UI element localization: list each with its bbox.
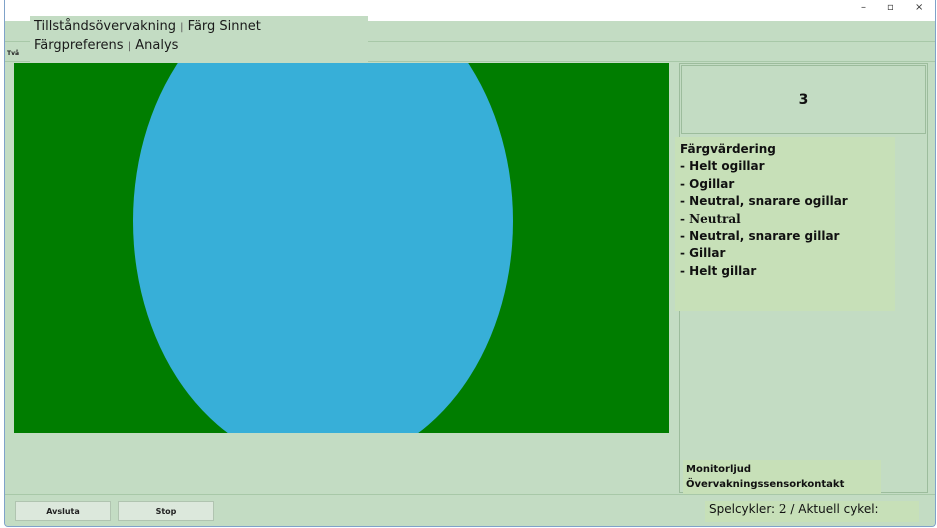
overlay-subtitle-main: Färgpreferens xyxy=(34,38,124,53)
rating-option-strongly-dislike[interactable]: - Helt ogillar xyxy=(680,158,890,175)
rating-option-like[interactable]: - Gillar xyxy=(680,245,890,262)
color-rating-panel: Färgvärdering - Helt ogillar - Ogillar -… xyxy=(675,137,895,311)
trial-counter-value: 3 xyxy=(798,91,809,108)
corner-label: Två xyxy=(7,50,20,57)
overlay-line-2: Färgpreferens | Analys xyxy=(34,37,364,56)
rating-option-neutral-dislike[interactable]: - Neutral, snarare ogillar xyxy=(680,193,890,210)
overlay-separator: | xyxy=(127,41,132,52)
overlay-line-1: Tillståndsövervakning | Färg Sinnet xyxy=(34,18,364,37)
cycles-separator: / xyxy=(790,502,795,516)
maximize-button[interactable]: ▫ xyxy=(887,2,894,13)
cycles-label: Spelcykler: xyxy=(709,502,776,516)
rating-option-strongly-like[interactable]: - Helt gillar xyxy=(680,263,890,280)
rating-option-dislike[interactable]: - Ogillar xyxy=(680,176,890,193)
minimize-button[interactable]: – xyxy=(861,2,866,13)
sensor-contact-label[interactable]: Övervakningssensorkontakt xyxy=(686,477,878,492)
trial-counter: 3 xyxy=(681,65,926,134)
rating-option-neutral[interactable]: - Neutral xyxy=(680,211,890,228)
stop-button[interactable]: Stop xyxy=(118,501,214,521)
overlay-title: Tillståndsövervakning | Färg Sinnet Färg… xyxy=(30,16,368,62)
overlay-subtitle-sub: Analys xyxy=(135,38,179,53)
overlay-title-sub: Färg Sinnet xyxy=(187,19,261,34)
monitor-sound-label[interactable]: Monitorljud xyxy=(686,462,878,477)
current-cycle-label: Aktuell cykel: xyxy=(798,502,879,516)
rating-option-neutral-like[interactable]: - Neutral, snarare gillar xyxy=(680,228,890,245)
color-stimulus-area xyxy=(14,63,669,433)
monitor-panel: Monitorljud Övervakningssensorkontakt xyxy=(683,460,881,494)
color-stimulus-circle xyxy=(133,63,513,433)
cycle-status: Spelcykler: 2 / Aktuell cykel: xyxy=(705,501,919,522)
cycles-value: 2 xyxy=(778,502,787,516)
overlay-title-main: Tillståndsövervakning xyxy=(34,19,176,34)
rating-title: Färgvärdering xyxy=(680,142,776,156)
quit-button[interactable]: Avsluta xyxy=(15,501,111,521)
overlay-separator: | xyxy=(180,22,184,33)
close-button[interactable]: × xyxy=(915,2,923,13)
